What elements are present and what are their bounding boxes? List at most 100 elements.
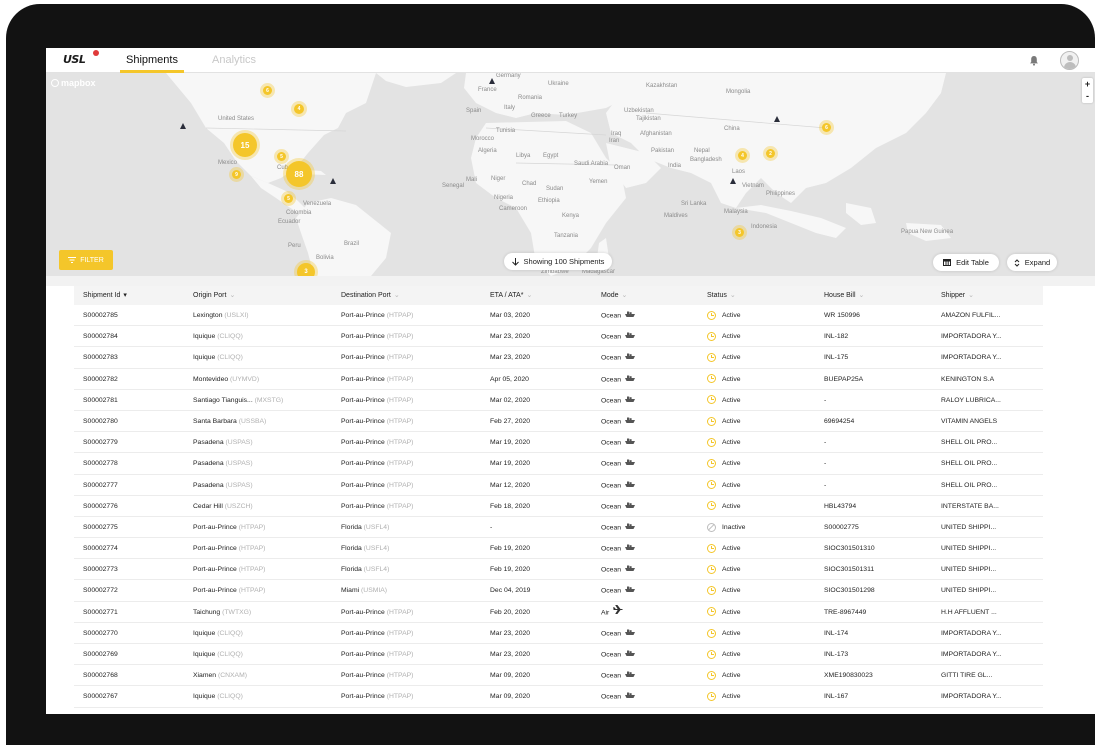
shipment-cluster[interactable]: 88 xyxy=(286,161,312,187)
cell-eta: Mar 03, 2020 xyxy=(490,305,530,326)
vessel-marker-icon[interactable] xyxy=(774,116,780,122)
plane-icon-wrap xyxy=(613,602,623,623)
shipment-cluster[interactable]: 4 xyxy=(738,151,747,160)
cell-status: Active xyxy=(707,347,741,368)
ship-icon-wrap xyxy=(625,517,636,538)
map-label: Indonesia xyxy=(751,224,778,230)
table-row[interactable]: S00002771 Taichung (TWTXG) Port-au-Prince … xyxy=(74,602,1043,623)
column-label: Shipment Id xyxy=(83,292,121,299)
column-label: Destination Port xyxy=(341,292,391,299)
table-row[interactable]: S00002781 Santiago Tianguis... (MXSTG) Por… xyxy=(74,390,1043,411)
table-row[interactable]: S00002768 Xiamen (CNXAM) Port-au-Prince (H… xyxy=(74,665,1043,687)
map-label: Spain xyxy=(466,108,482,114)
cell-house-bill-text: SIOC301501310 xyxy=(824,545,875,553)
table-row[interactable]: S00002769 Iquique (CLIQQ) Port-au-Prince (… xyxy=(74,644,1043,666)
shipment-cluster[interactable]: 6 xyxy=(822,123,831,132)
shipment-cluster[interactable]: 3 xyxy=(297,263,315,276)
shipment-cluster[interactable]: 5 xyxy=(277,152,286,161)
clock-icon xyxy=(707,353,716,363)
cell-shipment-id-text: S00002768 xyxy=(83,672,118,680)
cell-status-text: Inactive xyxy=(722,523,746,531)
cell-shipment-id: S00002776 xyxy=(83,496,118,517)
table-row[interactable]: S00002780 Santa Barbara (USSBA) Port-au-Pr… xyxy=(74,411,1043,433)
cell-shipper: IMPORTADORA Y... xyxy=(941,623,1002,644)
cell-mode-text: Air xyxy=(601,608,610,616)
mapbox-logo[interactable]: mapbox xyxy=(51,78,96,88)
edit-table-button[interactable]: Edit Table xyxy=(933,254,999,271)
cell-house-bill: - xyxy=(824,390,826,411)
chevron-down-icon: ⌄ xyxy=(858,292,865,299)
cell-shipment-id-text: S00002775 xyxy=(83,523,118,531)
cell-origin-port: Lexington (USLXI) xyxy=(193,305,249,326)
vessel-marker-icon[interactable] xyxy=(330,178,336,184)
expand-button[interactable]: Expand xyxy=(1007,254,1057,271)
column-header-eta[interactable]: ETA / ATA* ⌄ xyxy=(490,286,532,305)
bell-icon[interactable] xyxy=(1029,55,1039,66)
tab-shipments[interactable]: Shipments xyxy=(120,48,184,73)
showing-shipments-button[interactable]: Showing 100 Shipments xyxy=(504,253,612,270)
table-row[interactable]: S00002770 Iquique (CLIQQ) Port-au-Prince (… xyxy=(74,623,1043,644)
shipment-cluster[interactable]: 5 xyxy=(284,194,293,203)
cell-mode: Ocean xyxy=(601,390,636,411)
table-row[interactable]: S00002782 Montevideo (UYMVD) Port-au-Princ… xyxy=(74,369,1043,390)
map-label: Laos xyxy=(732,169,746,175)
cell-mode: Ocean xyxy=(601,623,636,644)
cell-status-text: Active xyxy=(722,693,741,701)
shipments-map[interactable]: Germany Ukraine France Romania Kazakhsta… xyxy=(46,73,1095,276)
cell-shipper: IMPORTADORA Y... xyxy=(941,326,1002,347)
ship-icon-wrap xyxy=(625,686,636,707)
shipment-cluster[interactable]: 15 xyxy=(233,133,257,157)
usl-logo[interactable]: USL xyxy=(63,50,99,67)
vessel-marker-icon[interactable] xyxy=(730,178,736,184)
vessel-marker-icon[interactable] xyxy=(180,123,186,129)
table-row[interactable]: S00002777 Pasadena (USPAS) Port-au-Prince … xyxy=(74,475,1043,496)
shipment-cluster[interactable]: 3 xyxy=(735,228,744,237)
port-code: (HTPAP) xyxy=(238,587,266,595)
cell-origin-port: Iquique (CLIQQ) xyxy=(193,326,243,347)
table-row[interactable]: S00002774 Port-au-Prince (HTPAP) Florida (… xyxy=(74,538,1043,560)
shipment-cluster[interactable]: 6 xyxy=(263,86,272,95)
column-header-house-bill[interactable]: House Bill ⌄ xyxy=(824,286,864,305)
table-row[interactable]: S00002772 Port-au-Prince (HTPAP) Miami (US… xyxy=(74,580,1043,602)
cell-house-bill: INL-182 xyxy=(824,326,848,347)
ship-icon xyxy=(625,502,636,508)
cell-destination-port-text: Port-au-Prince xyxy=(341,651,385,658)
table-row[interactable]: S00002776 Cedar Hill (USZCH) Port-au-Princ… xyxy=(74,496,1043,517)
cell-status: Active xyxy=(707,432,741,453)
column-header-mode[interactable]: Mode ⌄ xyxy=(601,286,627,305)
table-row[interactable]: S00002767 Iquique (CLIQQ) Port-au-Prince (… xyxy=(74,686,1043,708)
cell-origin-port: Port-au-Prince (HTPAP) xyxy=(193,517,265,538)
column-header-destination-port[interactable]: Destination Port ⌄ xyxy=(341,286,400,305)
cell-shipper-text: IMPORTADORA Y... xyxy=(941,354,1002,362)
user-avatar[interactable] xyxy=(1060,51,1079,70)
zoom-in-button[interactable]: + xyxy=(1082,78,1093,90)
cell-house-bill-text: - xyxy=(824,481,827,489)
cell-origin-port-text: Pasadena xyxy=(193,439,224,447)
shipment-cluster[interactable]: 9 xyxy=(232,170,241,179)
cell-origin-port: Cedar Hill (USZCH) xyxy=(193,496,253,517)
table-row[interactable]: S00002773 Port-au-Prince (HTPAP) Florida (… xyxy=(74,559,1043,581)
shipment-cluster[interactable]: 2 xyxy=(766,149,775,158)
chevron-down-icon: ⌄ xyxy=(621,292,628,299)
column-header-origin-port[interactable]: Origin Port ⌄ xyxy=(193,286,235,305)
cell-destination-port: Port-au-Prince (HTPAP) xyxy=(341,644,413,665)
column-header-shipper[interactable]: Shipper ⌄ xyxy=(941,286,974,305)
column-header-status[interactable]: Status ⌄ xyxy=(707,286,736,305)
cell-shipment-id-text: S00002770 xyxy=(83,629,118,637)
column-header-shipment-id[interactable]: Shipment Id ▾ xyxy=(83,286,127,305)
ship-icon-wrap xyxy=(625,390,636,411)
table-row[interactable]: S00002778 Pasadena (USPAS) Port-au-Prince … xyxy=(74,453,1043,475)
filter-button[interactable]: FILTER xyxy=(59,250,113,270)
table-row[interactable]: S00002783 Iquique (CLIQQ) Port-au-Prince (… xyxy=(74,347,1043,369)
tab-analytics[interactable]: Analytics xyxy=(210,48,258,73)
table-row[interactable]: S00002779 Pasadena (USPAS) Port-au-Prince … xyxy=(74,432,1043,454)
table-row[interactable]: S00002784 Iquique (CLIQQ) Port-au-Prince (… xyxy=(74,326,1043,348)
table-row[interactable]: S00002785 Lexington (USLXI) Port-au-Prince… xyxy=(74,305,1043,327)
vessel-marker-icon[interactable] xyxy=(489,78,495,84)
table-row[interactable]: S00002775 Port-au-Prince (HTPAP) Florida (… xyxy=(74,517,1043,539)
shipment-cluster[interactable]: 4 xyxy=(294,104,304,114)
cell-mode-text: Ocean xyxy=(601,587,622,595)
clock-icon xyxy=(707,331,716,341)
zoom-out-button[interactable]: - xyxy=(1082,90,1093,102)
cell-origin-port: Pasadena (USPAS) xyxy=(193,432,253,453)
